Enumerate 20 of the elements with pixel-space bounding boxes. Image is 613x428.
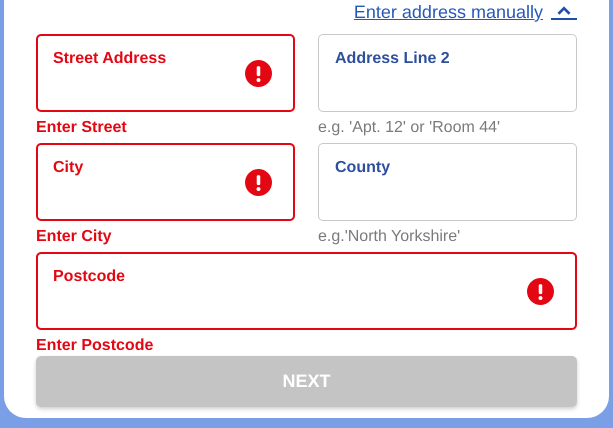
error-message: Enter Street xyxy=(36,118,127,138)
chevron-up-icon xyxy=(556,6,572,16)
error-icon xyxy=(245,168,272,196)
input-field[interactable]: Address Line 2 xyxy=(318,34,577,112)
field-label: Postcode xyxy=(53,268,126,285)
error-message: Enter Postcode xyxy=(36,336,154,356)
field-label: County xyxy=(335,158,390,176)
field-label: Address Line 2 xyxy=(335,50,450,67)
error-message: Enter City xyxy=(36,226,112,247)
input-field[interactable]: County xyxy=(318,142,577,221)
field-label: City xyxy=(53,158,84,176)
field-label: Street Address xyxy=(53,50,166,67)
error-icon xyxy=(245,60,272,87)
helper-text: e.g.'North Yorkshire' xyxy=(318,226,460,247)
error-icon xyxy=(527,278,554,305)
enter-address-link[interactable]: Enter address manually xyxy=(354,0,543,24)
input-field[interactable]: City xyxy=(36,142,295,221)
input-field[interactable]: Street Address xyxy=(36,34,295,112)
helper-text: e.g. 'Apt. 12' or 'Room 44' xyxy=(318,118,500,138)
input-field[interactable]: Postcode xyxy=(36,252,577,330)
